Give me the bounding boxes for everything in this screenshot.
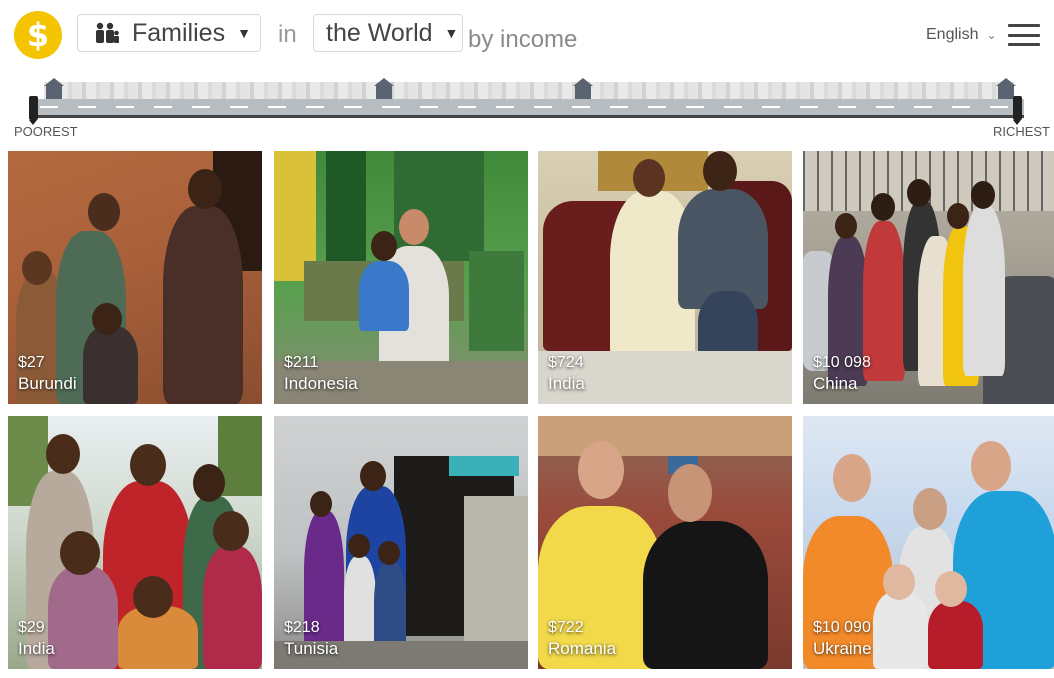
income-value: $29	[18, 619, 45, 636]
family-card[interactable]: $722 Romania	[538, 416, 792, 669]
hamburger-menu-icon[interactable]	[1008, 24, 1040, 46]
country-name: Ukraine	[813, 639, 872, 658]
region-dropdown[interactable]: the World ▼	[313, 14, 463, 52]
poorest-label: POOREST	[14, 124, 78, 139]
street-skyline	[44, 82, 1014, 100]
income-value: $211	[284, 354, 319, 371]
richest-label: RICHEST	[992, 124, 1050, 139]
income-value: $10 090	[813, 619, 871, 636]
card-caption: $10 098 China	[813, 354, 871, 394]
card-caption: $10 090 Ukraine	[813, 619, 872, 659]
country-name: Burundi	[18, 374, 77, 393]
menu-bar	[1008, 33, 1040, 37]
card-caption: $27 Burundi	[18, 354, 77, 394]
house-icon	[44, 78, 64, 100]
country-name: Indonesia	[284, 374, 358, 393]
card-caption: $724 India	[548, 354, 585, 394]
income-street[interactable]	[0, 74, 1054, 144]
family-grid: $27 Burundi $211 Indonesia $724 India $1…	[8, 151, 1054, 669]
caret-down-icon: ▼	[444, 25, 459, 41]
language-selector[interactable]: English ⌄	[926, 26, 997, 44]
families-label: Families	[132, 18, 226, 47]
in-word: in	[278, 21, 297, 48]
menu-bar	[1008, 43, 1040, 46]
road-dashes	[40, 106, 1014, 108]
header: $ Families ▼ in the World ▼ by income En…	[0, 0, 1054, 70]
family-card[interactable]: $27 Burundi	[8, 151, 262, 404]
income-value: $724	[548, 354, 584, 371]
family-card[interactable]: $29 India	[8, 416, 262, 669]
card-caption: $218 Tunisia	[284, 619, 338, 659]
region-label: the World	[326, 18, 433, 47]
house-icon	[573, 78, 593, 100]
income-value: $722	[548, 619, 584, 636]
income-value: $10 098	[813, 354, 871, 371]
country-name: Romania	[548, 639, 617, 658]
family-card[interactable]: $724 India	[538, 151, 792, 404]
families-dropdown[interactable]: Families ▼	[77, 14, 261, 52]
card-caption: $722 Romania	[548, 619, 616, 659]
income-value: $218	[284, 619, 320, 636]
income-value: $27	[18, 354, 45, 371]
card-caption: $29 India	[18, 619, 55, 659]
caret-down-icon: ▼	[237, 25, 251, 41]
logo-symbol: $	[26, 16, 50, 54]
card-caption: $211 Indonesia	[284, 354, 358, 394]
country-name: India	[18, 639, 55, 658]
house-icon	[374, 78, 394, 100]
road-edge	[30, 115, 1024, 118]
by-income-text: by income	[468, 26, 578, 53]
family-card[interactable]: $10 090 Ukraine	[803, 416, 1054, 669]
country-name: Tunisia	[284, 639, 339, 658]
dollar-coin-icon[interactable]: $	[14, 11, 62, 59]
family-card[interactable]: $218 Tunisia	[274, 416, 528, 669]
language-label: English	[926, 26, 979, 43]
left-slider-handle[interactable]	[29, 96, 38, 125]
chevron-down-icon: ⌄	[986, 28, 997, 42]
country-name: China	[813, 374, 858, 393]
right-slider-handle[interactable]	[1013, 96, 1022, 125]
family-card[interactable]: $211 Indonesia	[274, 151, 528, 404]
people-icon	[94, 22, 120, 44]
country-name: India	[548, 374, 585, 393]
family-card[interactable]: $10 098 China	[803, 151, 1054, 404]
menu-bar	[1008, 24, 1040, 27]
